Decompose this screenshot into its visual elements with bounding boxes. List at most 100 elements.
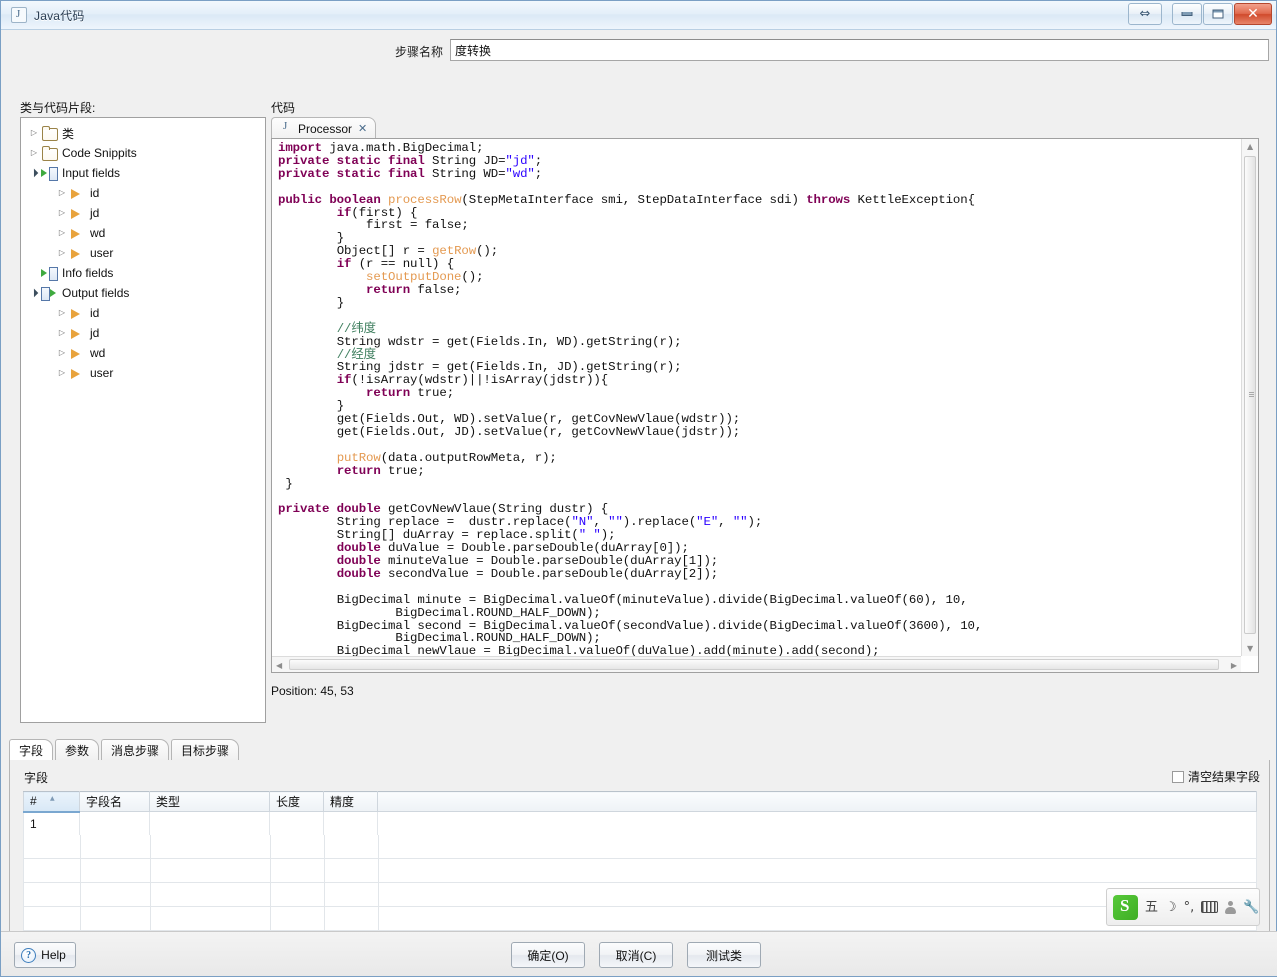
wrench-icon[interactable]: 🔧 xyxy=(1243,901,1259,914)
close-icon[interactable]: ✕ xyxy=(358,122,367,135)
tab-parameters[interactable]: 参数 xyxy=(55,739,100,760)
moon-icon[interactable]: ☽ xyxy=(1165,901,1177,914)
help-button[interactable]: ? Help xyxy=(14,942,76,968)
editor-horizontal-scrollbar[interactable]: ◀ ▶ xyxy=(272,656,1241,672)
column-header-5[interactable] xyxy=(377,791,1257,812)
tree-item-label: jd xyxy=(90,326,100,340)
tab-fields[interactable]: 字段 xyxy=(9,739,54,760)
field-icon xyxy=(69,225,87,241)
chevron-right-icon[interactable]: ▷ xyxy=(55,209,69,217)
cell-num[interactable]: 1 xyxy=(23,811,80,836)
code-line: //经度 xyxy=(336,347,376,362)
scroll-up-icon[interactable]: ▲ xyxy=(1247,142,1253,151)
scroll-left-icon[interactable]: ◀ xyxy=(276,661,282,670)
minimize-button[interactable] xyxy=(1172,3,1202,25)
field-icon xyxy=(69,245,87,261)
tree-item-user[interactable]: ▷ user xyxy=(21,363,265,383)
cancel-button[interactable]: 取消(C) xyxy=(599,942,673,968)
chevron-right-icon[interactable]: ▷ xyxy=(27,129,41,137)
keyboard-icon[interactable] xyxy=(1201,901,1219,913)
chevron-right-icon[interactable]: ▷ xyxy=(55,369,69,377)
code-line: String[] duArray = replace.split(" "); xyxy=(336,528,616,543)
close-button[interactable]: ✕ xyxy=(1234,3,1272,25)
chevron-right-icon[interactable]: ▷ xyxy=(55,249,69,257)
field-icon xyxy=(69,305,87,321)
column-header-0[interactable]: # xyxy=(23,791,80,813)
tree-item-info-fields[interactable]: Info fields xyxy=(21,263,265,283)
editor-vertical-scrollbar[interactable]: ▲ ▼ xyxy=(1241,139,1258,656)
fields-table[interactable]: #字段名类型长度精度 1 xyxy=(23,791,1257,836)
editor-tab-processor[interactable]: Processor ✕ xyxy=(271,117,377,139)
sogou-logo-icon[interactable] xyxy=(1113,894,1138,920)
tree-item-label: user xyxy=(90,366,114,380)
tree-item-output-fields[interactable]: ◢ Output fields xyxy=(21,283,265,303)
tree-item-jd[interactable]: ▷ jd xyxy=(21,323,265,343)
step-name-input[interactable] xyxy=(450,39,1269,61)
cell-length[interactable] xyxy=(269,811,324,836)
horizontal-scroll-thumb[interactable] xyxy=(289,659,1219,670)
column-header-1[interactable]: 字段名 xyxy=(79,791,150,812)
column-header-3[interactable]: 长度 xyxy=(269,791,324,812)
code-line: } xyxy=(336,399,345,414)
code-text-area[interactable]: import java.math.BigDecimal; private sta… xyxy=(272,139,1241,656)
chevron-right-icon[interactable]: ▷ xyxy=(55,309,69,317)
test-class-button[interactable]: 测试类 xyxy=(687,942,761,968)
input-mode-icon[interactable]: 五 xyxy=(1145,901,1158,914)
chevron-right-icon[interactable]: ▷ xyxy=(55,189,69,197)
cell-type[interactable] xyxy=(149,811,270,836)
code-line: private double getCovNewVlaue(String dus… xyxy=(278,502,609,517)
tree-item-jd[interactable]: ▷ jd xyxy=(21,203,265,223)
input-fields-icon xyxy=(41,165,59,181)
tree-item-input-fields[interactable]: ◢ Input fields xyxy=(21,163,265,183)
chevron-right-icon[interactable]: ▷ xyxy=(55,349,69,357)
code-line: BigDecimal.ROUND_HALF_DOWN); xyxy=(395,631,601,646)
code-editor-panel: Processor ✕ import java.math.BigDecimal;… xyxy=(271,117,1259,673)
restore-size-button[interactable]: ⇔ xyxy=(1128,3,1162,25)
code-line: double secondValue = Double.parseDouble(… xyxy=(336,566,719,581)
window-controls: ⇔ ✕ xyxy=(1127,3,1272,25)
tree-item-id[interactable]: ▷ id xyxy=(21,303,265,323)
code-line: get(Fields.Out, WD).setValue(r, getCovNe… xyxy=(336,412,741,427)
tree-item-label: 类 xyxy=(62,126,75,141)
vertical-scroll-thumb[interactable] xyxy=(1244,156,1256,634)
sogou-ime-toolbar[interactable]: 五 ☽ °, 🔧 xyxy=(1106,888,1260,926)
table-row[interactable]: 1 xyxy=(23,811,1257,836)
tree-item-code-snippits[interactable]: ▷ Code Snippits xyxy=(21,143,265,163)
fields-table-empty-area[interactable] xyxy=(23,835,1257,931)
ok-button[interactable]: 确定(O) xyxy=(511,942,585,968)
cancel-button-label: 取消(C) xyxy=(615,948,657,963)
checkbox-box[interactable] xyxy=(1171,770,1184,783)
chevron-right-icon[interactable]: ▷ xyxy=(27,149,41,157)
punctuation-icon[interactable]: °, xyxy=(1184,901,1195,914)
column-header-2[interactable]: 类型 xyxy=(149,791,270,812)
maximize-icon xyxy=(1212,9,1224,19)
cell-extra[interactable] xyxy=(377,811,1257,836)
tree-item-类[interactable]: ▷ 类 xyxy=(21,123,265,143)
scroll-right-icon[interactable]: ▶ xyxy=(1231,661,1237,670)
chevron-right-icon[interactable]: ▷ xyxy=(55,329,69,337)
tree-item-user[interactable]: ▷ user xyxy=(21,243,265,263)
chevron-down-icon[interactable]: ◢ xyxy=(26,165,42,181)
person-icon[interactable] xyxy=(1225,900,1237,914)
code-line: } xyxy=(278,476,293,491)
code-line: } xyxy=(336,231,345,246)
chevron-down-icon[interactable]: ◢ xyxy=(26,285,42,301)
scroll-down-icon[interactable]: ▼ xyxy=(1247,644,1253,653)
tab-message-steps[interactable]: 消息步骤 xyxy=(101,739,170,760)
tree-item-wd[interactable]: ▷ wd xyxy=(21,223,265,243)
classes-and-snippets-tree[interactable]: ▷ 类 ▷ Code Snippits ◢ Input fields ▷ id ▷ jd ▷ wd ▷ u… xyxy=(20,117,266,723)
chevron-right-icon[interactable]: ▷ xyxy=(55,229,69,237)
tab-target-steps[interactable]: 目标步骤 xyxy=(171,739,240,760)
code-line: if(!isArray(wdstr)||!isArray(jdstr)){ xyxy=(336,373,609,388)
tree-item-wd[interactable]: ▷ wd xyxy=(21,343,265,363)
arrows-icon: ⇔ xyxy=(1139,6,1151,22)
folder-icon xyxy=(41,125,59,141)
tree-item-id[interactable]: ▷ id xyxy=(21,183,265,203)
code-line: return false; xyxy=(366,282,462,297)
column-header-4[interactable]: 精度 xyxy=(323,791,378,812)
maximize-button[interactable] xyxy=(1203,3,1233,25)
tree-item-label: jd xyxy=(90,206,100,220)
clear-result-fields-checkbox[interactable]: 清空结果字段 xyxy=(1171,768,1260,785)
cell-name[interactable] xyxy=(79,811,150,836)
cell-precision[interactable] xyxy=(323,811,378,836)
